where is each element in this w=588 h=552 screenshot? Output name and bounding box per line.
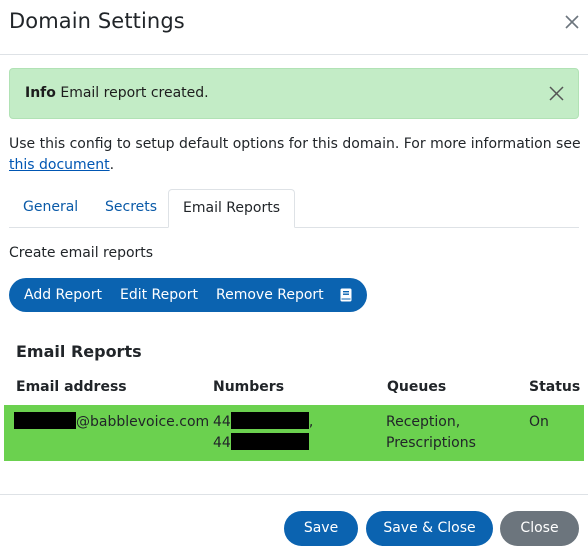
column-header-queues[interactable]: Queues	[387, 379, 446, 395]
column-header-numbers[interactable]: Numbers	[213, 379, 284, 395]
create-reports-label: Create email reports	[9, 245, 154, 261]
redacted-block	[230, 433, 309, 450]
queue-reception: Reception,	[386, 414, 461, 430]
add-report-button[interactable]: Add Report	[24, 278, 102, 312]
number-prefix: 44	[213, 435, 231, 451]
column-header-email[interactable]: Email address	[16, 379, 127, 395]
tab-general[interactable]: General	[9, 189, 92, 227]
dialog-title: Domain Settings	[9, 9, 185, 33]
book-icon[interactable]	[340, 288, 352, 302]
number-line-1: 44,	[213, 412, 313, 433]
save-close-button[interactable]: Save & Close	[366, 511, 493, 546]
alert-close-icon[interactable]	[549, 86, 564, 101]
queues-cell: Reception, Prescriptions	[386, 412, 476, 454]
dialog-header: Domain Settings	[0, 0, 588, 55]
redacted-block	[14, 412, 76, 429]
alert-label: Info	[25, 85, 56, 101]
email-reports-heading: Email Reports	[16, 342, 142, 361]
status-cell: On	[529, 414, 549, 430]
report-actions-group: Add Report Edit Report Remove Report	[9, 278, 367, 312]
close-icon[interactable]	[564, 14, 580, 30]
save-button[interactable]: Save	[284, 511, 358, 546]
documentation-link[interactable]: this document	[9, 157, 110, 173]
description-text: Use this config to setup default options…	[9, 136, 581, 152]
dialog-footer: Save Save & Close Close	[0, 494, 588, 552]
number-prefix: 44	[213, 414, 231, 430]
numbers-cell: 44, 44	[213, 412, 313, 454]
number-separator: ,	[308, 414, 314, 430]
alert-message: Email report created.	[60, 85, 209, 101]
edit-report-button[interactable]: Edit Report	[120, 278, 198, 312]
column-header-status[interactable]: Status	[529, 379, 580, 395]
domain-settings-dialog: Domain Settings Info Email report create…	[0, 0, 588, 552]
number-line-2: 44	[213, 433, 313, 454]
alert-text: Info Email report created.	[25, 85, 209, 101]
tab-email-reports[interactable]: Email Reports	[168, 189, 295, 228]
table-row[interactable]: @babblevoice.com 44, 44 Reception, Presc…	[4, 405, 584, 461]
email-cell: @babblevoice.com	[14, 412, 209, 433]
description: Use this config to setup default options…	[9, 134, 581, 176]
description-suffix: .	[109, 157, 115, 173]
redacted-block	[230, 412, 309, 429]
tab-bar: General Secrets Email Reports	[9, 189, 579, 228]
queue-prescriptions: Prescriptions	[386, 435, 476, 451]
close-button[interactable]: Close	[500, 511, 579, 546]
tab-secrets[interactable]: Secrets	[91, 189, 171, 227]
remove-report-button[interactable]: Remove Report	[216, 278, 324, 312]
email-domain: @babblevoice.com	[76, 414, 210, 430]
info-alert: Info Email report created.	[9, 68, 579, 119]
